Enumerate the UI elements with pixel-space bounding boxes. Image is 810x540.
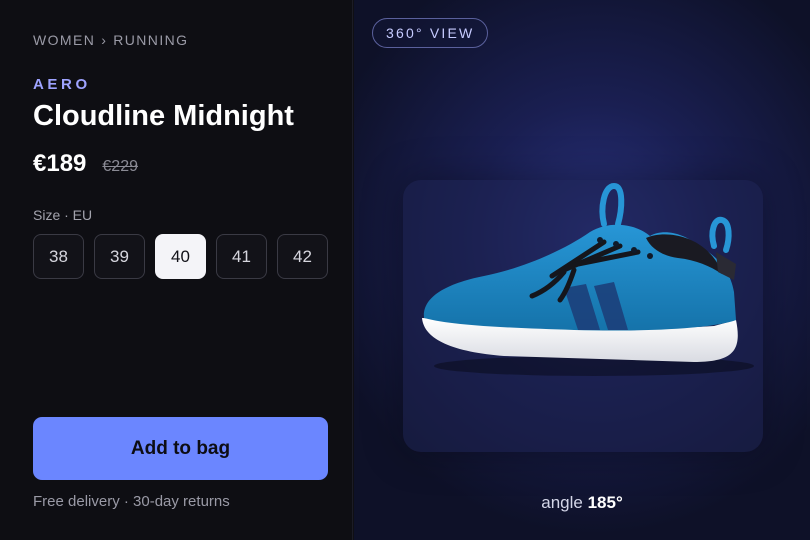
breadcrumb-separator: › — [101, 32, 108, 48]
shoe-image[interactable] — [414, 180, 754, 390]
product-viewer[interactable]: 360° VIEW angle 185° — [354, 0, 810, 540]
angle-readout: angle 185° — [354, 493, 810, 513]
delivery-note: Free delivery · 30-day returns — [33, 493, 230, 510]
product-title: Cloudline Midnight — [33, 100, 294, 132]
size-option-42[interactable]: 42 — [277, 234, 328, 279]
original-price: €229 — [102, 158, 138, 175]
size-option-40[interactable]: 40 — [155, 234, 206, 279]
size-selector: 38 39 40 41 42 — [33, 234, 328, 279]
breadcrumb: WOMEN › RUNNING — [33, 32, 188, 48]
tongue-pull-loop — [599, 182, 625, 227]
angle-label: angle — [541, 493, 583, 512]
product-info-panel: WOMEN › RUNNING AERO Cloudline Midnight … — [0, 0, 353, 540]
current-price: €189 — [33, 150, 87, 177]
view-360-badge[interactable]: 360° VIEW — [372, 18, 489, 48]
size-option-38[interactable]: 38 — [33, 234, 84, 279]
breadcrumb-women[interactable]: WOMEN — [33, 32, 95, 48]
size-option-39[interactable]: 39 — [94, 234, 145, 279]
size-label: Size · EU — [33, 207, 93, 223]
brand-name: AERO — [33, 76, 91, 93]
angle-value: 185° — [587, 493, 623, 512]
breadcrumb-running[interactable]: RUNNING — [113, 32, 188, 48]
size-option-41[interactable]: 41 — [216, 234, 267, 279]
heel-pull-loop — [709, 216, 732, 253]
add-to-bag-button[interactable]: Add to bag — [33, 417, 328, 480]
price-row: €189 €229 — [33, 150, 138, 178]
